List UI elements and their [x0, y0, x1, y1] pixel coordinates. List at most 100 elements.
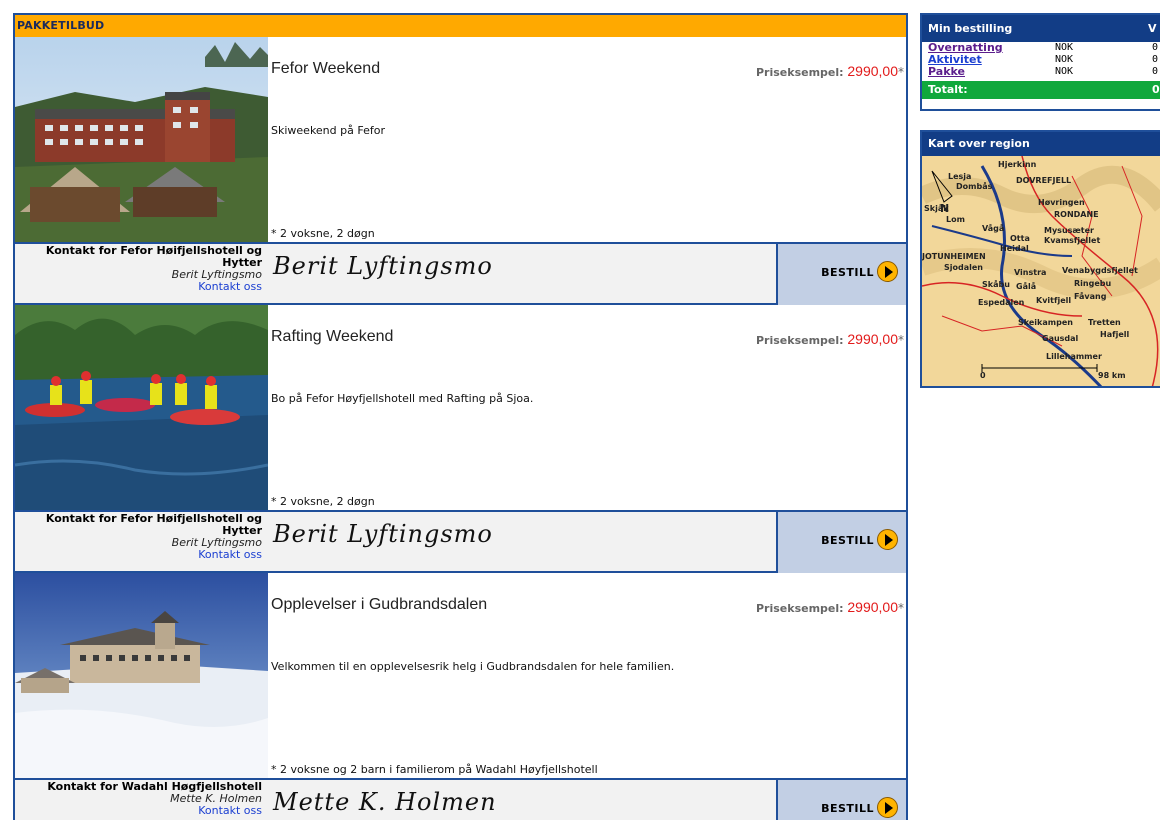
order-summary: Min bestilling V Overnatting NOK 0 Aktiv… [920, 13, 1160, 111]
map-label: Hafjell [1100, 330, 1130, 339]
order-label: BESTILL [821, 266, 874, 279]
price-label: Priseksempel: [756, 66, 844, 79]
package-list-header: PAKKETILBUD [15, 15, 906, 37]
order-amount: 0 [1152, 42, 1159, 53]
map-label: Espedalen [978, 298, 1025, 307]
package-description: Velkommen til en opplevelsesrik helg i G… [271, 660, 675, 673]
scale-start: 0 [980, 371, 986, 380]
order-total-label: Totalt: [928, 83, 968, 96]
map-label: Otta [1010, 234, 1030, 243]
map-label: Gålå [1016, 282, 1037, 291]
price-label: Priseksempel: [756, 602, 844, 615]
map-label: JOTUNHEIMEN [922, 252, 986, 261]
order-currency: NOK [1055, 66, 1074, 77]
contact-info: Kontakt for Fefor Høifjellshotell og Hyt… [15, 245, 262, 293]
order-label: BESTILL [821, 534, 874, 547]
arrow-right-icon [877, 797, 898, 818]
map-label: Skåbu [982, 280, 1010, 289]
arrow-right-icon [877, 529, 898, 550]
package-title[interactable]: Fefor Weekend [271, 60, 380, 78]
package-card: Fefor Weekend Priseksempel: 2990,00* Ski… [15, 37, 906, 305]
map-label: Skeikampen [1018, 318, 1073, 327]
contact-us-link[interactable]: Kontakt oss [198, 548, 262, 561]
map-label: Vågå [982, 224, 1005, 233]
map-label: RONDANE [1054, 210, 1099, 219]
package-note: * 2 voksne, 2 døgn [271, 495, 375, 508]
map-label: Venabygdsfjellet [1062, 266, 1138, 275]
order-amount: 0 [1152, 66, 1159, 77]
signature: Mette K. Holmen [273, 788, 497, 816]
package-description: Skiweekend på Fefor [271, 124, 385, 137]
arrow-right-icon [877, 261, 898, 282]
price-value: 2990,00 [847, 599, 898, 615]
map-label: Lom [946, 215, 965, 224]
price-value: 2990,00 [847, 63, 898, 79]
order-currency: NOK [1055, 54, 1074, 65]
package-card: Rafting Weekend Priseksempel: 2990,00* B… [15, 305, 906, 573]
contact-bar: Kontakt for Fefor Høifjellshotell og Hyt… [15, 242, 906, 305]
package-card: Opplevelser i Gudbrandsdalen Priseksempe… [15, 573, 906, 820]
map-label: Gausdal [1042, 334, 1079, 343]
order-button[interactable]: BESTILL [776, 244, 906, 305]
contact-us-link[interactable]: Kontakt oss [198, 280, 262, 293]
package-info: Fefor Weekend Priseksempel: 2990,00* Ski… [271, 37, 906, 242]
order-amount: 0 [1152, 54, 1159, 65]
package-title[interactable]: Rafting Weekend [271, 328, 393, 346]
package-note: * 2 voksne og 2 barn i familierom på Wad… [271, 763, 598, 776]
region-map: Kart over region Hjerkinn Lesja Dombås D… [920, 130, 1160, 388]
package-photo[interactable] [15, 37, 268, 242]
price-star: * [898, 333, 904, 347]
price-label: Priseksempel: [756, 334, 844, 347]
package-photo[interactable] [15, 573, 268, 778]
order-button[interactable]: BESTILL [776, 512, 906, 573]
price-example: Priseksempel: 2990,00* [756, 63, 904, 79]
scale-end: 98 km [1098, 371, 1126, 380]
package-list: PAKKETILBUD Fefor Weekend Priseksempel: … [13, 13, 908, 820]
order-total: Totalt: 0 [922, 81, 1160, 99]
price-example: Priseksempel: 2990,00* [756, 599, 904, 615]
map-label: DOVREFJELL [1016, 176, 1072, 185]
map-label: Vinstra [1014, 268, 1047, 277]
package-title[interactable]: Opplevelser i Gudbrandsdalen [271, 596, 487, 614]
package-photo[interactable] [15, 305, 268, 510]
price-star: * [898, 65, 904, 79]
map-label: Hjerkinn [998, 160, 1037, 169]
contact-info: Kontakt for Fefor Høifjellshotell og Hyt… [15, 513, 262, 561]
map-label: Tretten [1088, 318, 1121, 327]
contact-bar: Kontakt for Fefor Høifjellshotell og Hyt… [15, 510, 906, 573]
order-summary-header: Min bestilling V [922, 15, 1160, 42]
signature: Berit Lyftingsmo [273, 520, 493, 548]
order-summary-title-cut: V [1148, 22, 1157, 35]
contact-for: Kontakt for Fefor Høifjellshotell og Hyt… [45, 512, 262, 537]
order-button[interactable]: BESTILL [776, 780, 906, 820]
order-currency: NOK [1055, 42, 1074, 53]
map-label: Fåvang [1074, 292, 1107, 301]
package-description: Bo på Fefor Høyfjellshotell med Rafting … [271, 392, 534, 405]
order-row: Pakke NOK 0 [922, 66, 1160, 78]
map-label: Lesja [948, 172, 972, 181]
price-example: Priseksempel: 2990,00* [756, 331, 904, 347]
order-summary-title: Min bestilling [928, 22, 1013, 35]
map-label: Kvitfjell [1036, 296, 1072, 305]
region-map-title: Kart over region [922, 132, 1160, 156]
contact-bar: Kontakt for Wadahl Høgfjellshotell Mette… [15, 778, 906, 820]
map-label: Sjodalen [944, 263, 983, 272]
order-link-pakke[interactable]: Pakke [928, 66, 965, 78]
package-info: Opplevelser i Gudbrandsdalen Priseksempe… [271, 573, 906, 778]
contact-info: Kontakt for Wadahl Høgfjellshotell Mette… [15, 781, 262, 817]
map-label: Mysusæter [1044, 226, 1094, 235]
order-total-amount: 0 [1152, 83, 1160, 96]
map-label: Lillehammer [1046, 352, 1102, 361]
map-labels: Hjerkinn Lesja Dombås DOVREFJELL Skjåk L… [922, 156, 1160, 386]
package-info: Rafting Weekend Priseksempel: 2990,00* B… [271, 305, 906, 510]
map-label: Dombås [956, 182, 993, 191]
contact-us-link[interactable]: Kontakt oss [198, 804, 262, 817]
order-label: BESTILL [821, 802, 874, 815]
price-star: * [898, 601, 904, 615]
contact-for: Kontakt for Fefor Høifjellshotell og Hyt… [45, 244, 262, 269]
package-note: * 2 voksne, 2 døgn [271, 227, 375, 240]
map-label: Kvamsfjellet [1044, 236, 1101, 245]
signature: Berit Lyftingsmo [273, 252, 493, 280]
price-value: 2990,00 [847, 331, 898, 347]
map-label: Ringebu [1074, 279, 1112, 288]
